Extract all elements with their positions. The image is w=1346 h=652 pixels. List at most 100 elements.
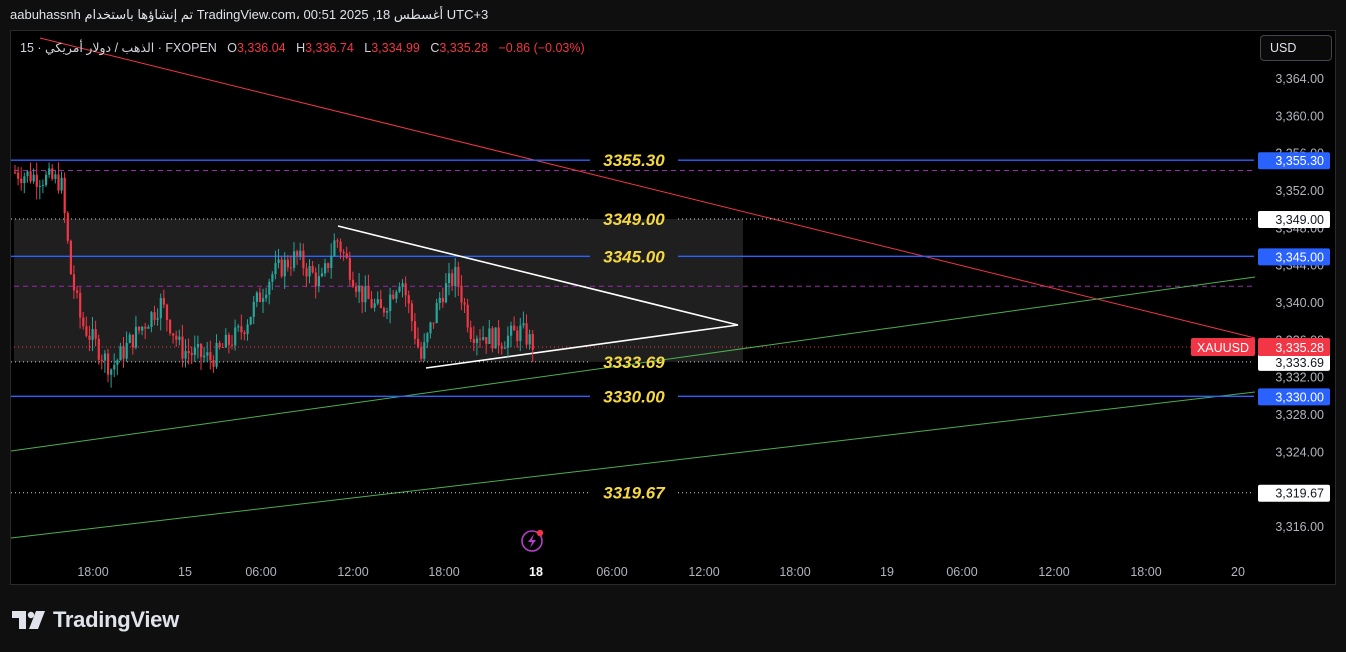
candle-body (407, 295, 410, 304)
candle-body (190, 352, 193, 355)
candle-body (94, 329, 97, 339)
low-value: 3,334.99 (371, 41, 420, 55)
candle-body (227, 334, 231, 345)
candle-body (184, 351, 187, 359)
candle-body (131, 334, 134, 348)
currency-button[interactable]: USD (1260, 35, 1332, 61)
candle-body (451, 273, 454, 286)
candle-body (271, 274, 274, 282)
candle-body (162, 298, 165, 305)
candle-body (355, 286, 358, 292)
chart-canvas[interactable]: 3355.30 3349.00 3345.00 3333.69 3330.00 3319.… (0, 0, 1346, 652)
candle-body (91, 329, 94, 340)
event-notification-dot (536, 529, 544, 537)
candle-body (144, 326, 147, 329)
candle-body (324, 263, 327, 274)
candle-body (122, 346, 125, 359)
candle-body (503, 347, 506, 349)
candle-body (420, 347, 423, 359)
candle-body (258, 292, 262, 302)
candle-body (454, 266, 457, 286)
candle-body (296, 251, 299, 256)
candle-body (79, 292, 82, 318)
candle-body (268, 281, 271, 295)
candle-body (500, 345, 503, 349)
candle-body (234, 327, 237, 346)
price-axis-tick: 3,340.00 (1275, 296, 1324, 310)
candle-body (317, 276, 320, 287)
candle-body (215, 342, 218, 367)
candle-body (240, 326, 243, 333)
close-label: C (430, 41, 440, 55)
symbol-tag-text: XAUUSD (1197, 341, 1249, 355)
candle-body (342, 252, 345, 254)
candle-body (438, 297, 441, 304)
candle-body (386, 311, 389, 313)
candle-body (283, 259, 286, 277)
time-axis-tick: 18:00 (428, 565, 459, 579)
candle-body (330, 256, 333, 268)
candle-body (435, 303, 438, 324)
candle-body (85, 326, 88, 336)
time-axis-tick: 06:00 (245, 565, 276, 579)
candle-body (358, 285, 361, 292)
candle-body (150, 312, 153, 327)
candle-body (525, 323, 528, 345)
candle-body (299, 250, 302, 256)
candle-body (311, 266, 314, 273)
candle-body (63, 177, 66, 213)
tradingview-logo-icon (12, 611, 45, 629)
candle-body (110, 369, 113, 375)
candle-body (138, 326, 141, 331)
candle-body (497, 327, 500, 346)
candle-body (333, 240, 336, 257)
candle-body (444, 283, 448, 303)
candle-body (472, 339, 475, 343)
candle-body (255, 292, 258, 302)
green-trend-line-lower[interactable] (10, 391, 1256, 539)
candle-body (243, 332, 246, 334)
time-axis-tick: 18 (529, 565, 543, 579)
candle-body (48, 168, 51, 175)
candle-body (60, 177, 63, 191)
candle-body (361, 285, 364, 303)
time-axis-tick: 19 (880, 565, 894, 579)
lightning-bolt-icon (528, 534, 536, 548)
candle-body (134, 326, 138, 348)
candle-body (401, 283, 404, 287)
candle-body (516, 330, 519, 342)
time-axis-tick: 12:00 (337, 565, 368, 579)
candle-body (200, 343, 203, 358)
candle-body (17, 172, 20, 179)
time-axis-tick: 12:00 (1038, 565, 1069, 579)
price-tag-text-4: 3,330.00 (1275, 390, 1324, 404)
candle-body (463, 302, 466, 305)
candle-body (314, 272, 317, 287)
candle-body (531, 334, 534, 350)
candle-body (389, 294, 392, 312)
candle-body (519, 325, 522, 342)
candle-body (280, 259, 283, 277)
candle-body (488, 328, 491, 344)
candle-body (172, 333, 175, 336)
candle-body (69, 240, 72, 275)
candle-body (392, 294, 395, 299)
time-axis-tick: 20 (1231, 565, 1245, 579)
candle-body (159, 298, 162, 319)
candle-body (14, 172, 17, 174)
candle-body (367, 286, 370, 300)
candle-body (29, 171, 32, 182)
candle-body (141, 326, 144, 331)
candle-body (41, 184, 45, 186)
candle-body (510, 325, 513, 336)
candle-body (181, 336, 184, 359)
candle-body (339, 241, 342, 253)
price-tag-text-0: 3,355.30 (1275, 154, 1324, 168)
candle-body (82, 317, 85, 327)
tradingview-footer[interactable]: TradingView (12, 604, 179, 636)
footer-brand: TradingView (53, 607, 179, 632)
candle-body (262, 298, 265, 302)
symbol-name[interactable]: 15 · الذهب / دولار أمريكي · FXOPEN (20, 41, 217, 55)
candle-body (348, 258, 351, 280)
time-axis-tick: 12:00 (688, 565, 719, 579)
